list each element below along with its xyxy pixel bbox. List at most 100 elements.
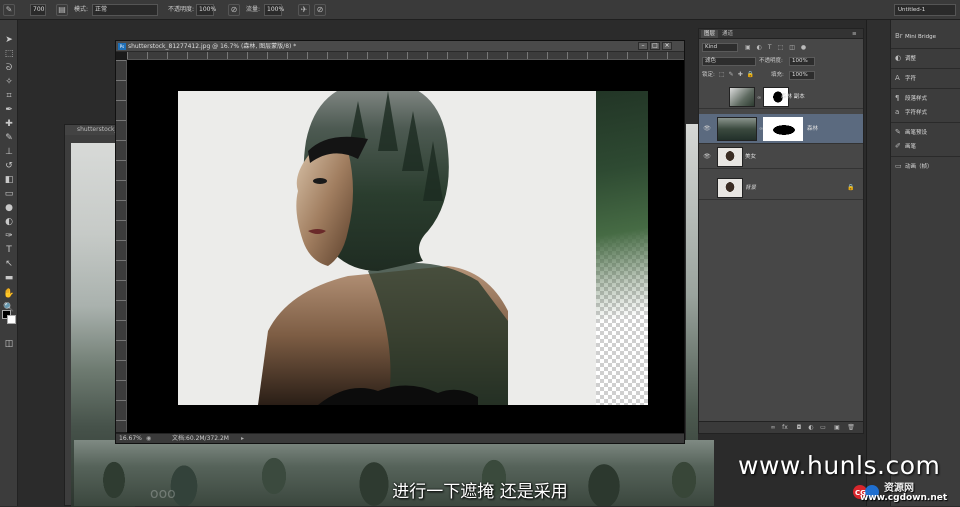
layer-filter-icons[interactable]: ▣◐T⬚◫● [745, 43, 855, 52]
status-info-icon[interactable]: ◉ [146, 434, 151, 444]
marquee-tool-icon[interactable]: ⬚ [3, 48, 15, 60]
eyedropper-tool-icon[interactable]: ✒ [3, 104, 15, 116]
brush-panel-toggle-icon[interactable]: ▤ [56, 4, 68, 16]
layers-panel-tabs: 图层 通道 ≡ [699, 29, 863, 39]
history-brush-tool-icon[interactable]: ↺ [3, 160, 15, 172]
maximize-button[interactable]: □ [650, 42, 660, 50]
hand-tool-icon[interactable]: ✋ [3, 288, 15, 300]
close-button[interactable]: × [662, 42, 672, 50]
new-group-icon[interactable]: ▭ [819, 424, 827, 432]
panel-character[interactable]: A 字符 [895, 72, 916, 84]
options-bar: ✎ 700 ▤ 模式: 正常 不透明度: 100% ⊘ 流量: 100% ✈ ⊘ [0, 0, 960, 20]
fill-label: 填充: [771, 72, 784, 78]
lasso-tool-icon[interactable]: ᘐ [3, 62, 15, 74]
pressure-opacity-icon[interactable]: ⊘ [228, 4, 240, 16]
layer-thumbnail [717, 178, 743, 198]
add-mask-icon[interactable]: ◘ [795, 424, 803, 432]
vertical-ruler[interactable] [116, 60, 127, 432]
adjustment-layer-icon[interactable]: ◐ [807, 424, 815, 432]
layer-row[interactable]: ∞ 森林 副本 [699, 85, 863, 109]
gradient-tool-icon[interactable]: ▭ [3, 188, 15, 200]
character-styles-icon: a [895, 108, 900, 116]
shape-tool-icon[interactable]: ▬ [3, 272, 15, 284]
panel-animation[interactable]: ▭ 动画（帧） [895, 160, 933, 172]
quick-mask-icon[interactable]: ◫ [3, 338, 15, 350]
background-color-swatch[interactable] [7, 315, 16, 324]
brush-tool-icon[interactable]: ✎ [3, 4, 15, 16]
layer-name[interactable]: 美女 [745, 153, 756, 161]
lock-icons[interactable]: ⬚✎✚🔒 [719, 70, 758, 80]
layer-mask-thumbnail[interactable] [763, 117, 803, 141]
layer-thumbnail [729, 87, 755, 107]
airbrush-icon[interactable]: ✈ [298, 4, 310, 16]
pasteboard[interactable] [127, 60, 684, 433]
visibility-toggle-off-icon[interactable] [703, 184, 711, 192]
link-icon[interactable]: ∞ [757, 95, 761, 101]
quick-select-tool-icon[interactable]: ✧ [3, 76, 15, 88]
blend-mode-dropdown[interactable]: 滤色 [702, 57, 756, 66]
divider [891, 48, 960, 49]
panel-paragraph-styles[interactable]: ¶ 段落样式 [895, 92, 927, 104]
document-status-bar: 16.67% ◉ 文档:60.2M/372.2M ▸ [116, 433, 684, 443]
layer-name[interactable]: 背景 [745, 184, 756, 192]
mode-dropdown[interactable]: 正常 [92, 4, 158, 16]
status-menu-arrow-icon[interactable]: ▸ [241, 434, 244, 444]
video-subtitle: 进行一下遮掩 还是采用 [392, 482, 568, 502]
mode-label: 模式: [74, 6, 89, 13]
canvas-image[interactable] [178, 91, 648, 405]
document-window[interactable]: shutterstock_81277412.jpg @ 16.7% (森林, 图… [115, 40, 685, 444]
dodge-tool-icon[interactable]: ◐ [3, 216, 15, 228]
site-watermark: www.hunls.com [738, 451, 941, 480]
layer-thumbnail [717, 147, 743, 167]
panel-brush-presets[interactable]: ✎ 画笔预设 [895, 126, 927, 138]
layer-thumbnail [717, 117, 757, 141]
delete-layer-icon[interactable]: 🗑 [847, 424, 855, 432]
fill-input[interactable]: 100% [789, 71, 815, 80]
document-title-bar[interactable]: shutterstock_81277412.jpg @ 16.7% (森林, 图… [116, 41, 684, 52]
pressure-size-icon[interactable]: ⊘ [314, 4, 326, 16]
workspace-dropdown[interactable]: Untitled-1 [894, 4, 956, 16]
visibility-toggle-on-icon[interactable]: 👁 [703, 125, 711, 133]
divider [891, 68, 960, 69]
clone-stamp-tool-icon[interactable]: ⊥ [3, 146, 15, 158]
layer-opacity-label: 不透明度: [759, 58, 783, 64]
link-layers-icon[interactable]: ∞ [769, 424, 777, 432]
pen-tool-icon[interactable]: ✑ [3, 230, 15, 242]
panel-brush[interactable]: ✐ 画笔 [895, 140, 916, 152]
adjustments-icon: ◐ [895, 54, 902, 62]
panel-adjustments[interactable]: ◐ 调整 [895, 52, 916, 64]
layer-opacity-input[interactable]: 100% [789, 57, 815, 66]
animation-icon: ▭ [895, 162, 902, 170]
move-tool-icon[interactable]: ➤ [3, 34, 15, 46]
zoom-level[interactable]: 16.67% [119, 434, 142, 444]
horizontal-ruler[interactable] [127, 52, 684, 60]
tab-layers[interactable]: 图层 [701, 30, 719, 38]
opacity-input[interactable]: 100% [196, 4, 216, 16]
visibility-toggle-on-icon[interactable]: 👁 [703, 153, 711, 161]
flow-input[interactable]: 100% [264, 4, 284, 16]
path-select-tool-icon[interactable]: ↖ [3, 258, 15, 270]
healing-tool-icon[interactable]: ✚ [3, 118, 15, 130]
filter-kind-dropdown[interactable]: Kind [702, 43, 738, 52]
ps-doc-icon: Ps [118, 43, 126, 50]
eraser-tool-icon[interactable]: ◧ [3, 174, 15, 186]
brush-size-picker[interactable]: 700 [30, 4, 46, 16]
layer-row[interactable]: 👁 美女 [699, 145, 863, 169]
type-tool-icon[interactable]: T [3, 244, 15, 256]
tab-channels[interactable]: 通道 [719, 30, 736, 38]
visibility-toggle-off-icon[interactable] [703, 93, 711, 101]
layer-style-icon[interactable]: fx [781, 424, 789, 432]
layer-name[interactable]: 森林 [807, 125, 818, 133]
crop-tool-icon[interactable]: ⌗ [3, 90, 15, 102]
panel-mini-bridge[interactable]: Br Mini Bridge [895, 30, 936, 42]
layer-row-selected[interactable]: 👁 ∞ 森林 [699, 114, 863, 144]
panel-menu-icon[interactable]: ≡ [849, 30, 860, 38]
blur-tool-icon[interactable]: ● [3, 202, 15, 214]
minimize-button[interactable]: – [638, 42, 648, 50]
layer-row[interactable]: 背景 🔒 [699, 176, 863, 200]
panel-character-styles[interactable]: a 字符样式 [895, 106, 927, 118]
new-layer-icon[interactable]: ▣ [833, 424, 841, 432]
brush-tool-active-icon[interactable]: ✎ [3, 132, 15, 144]
layer-name[interactable]: 森林 副本 [781, 93, 805, 101]
layers-panel-footer: ∞ fx ◘ ◐ ▭ ▣ 🗑 [699, 421, 863, 433]
